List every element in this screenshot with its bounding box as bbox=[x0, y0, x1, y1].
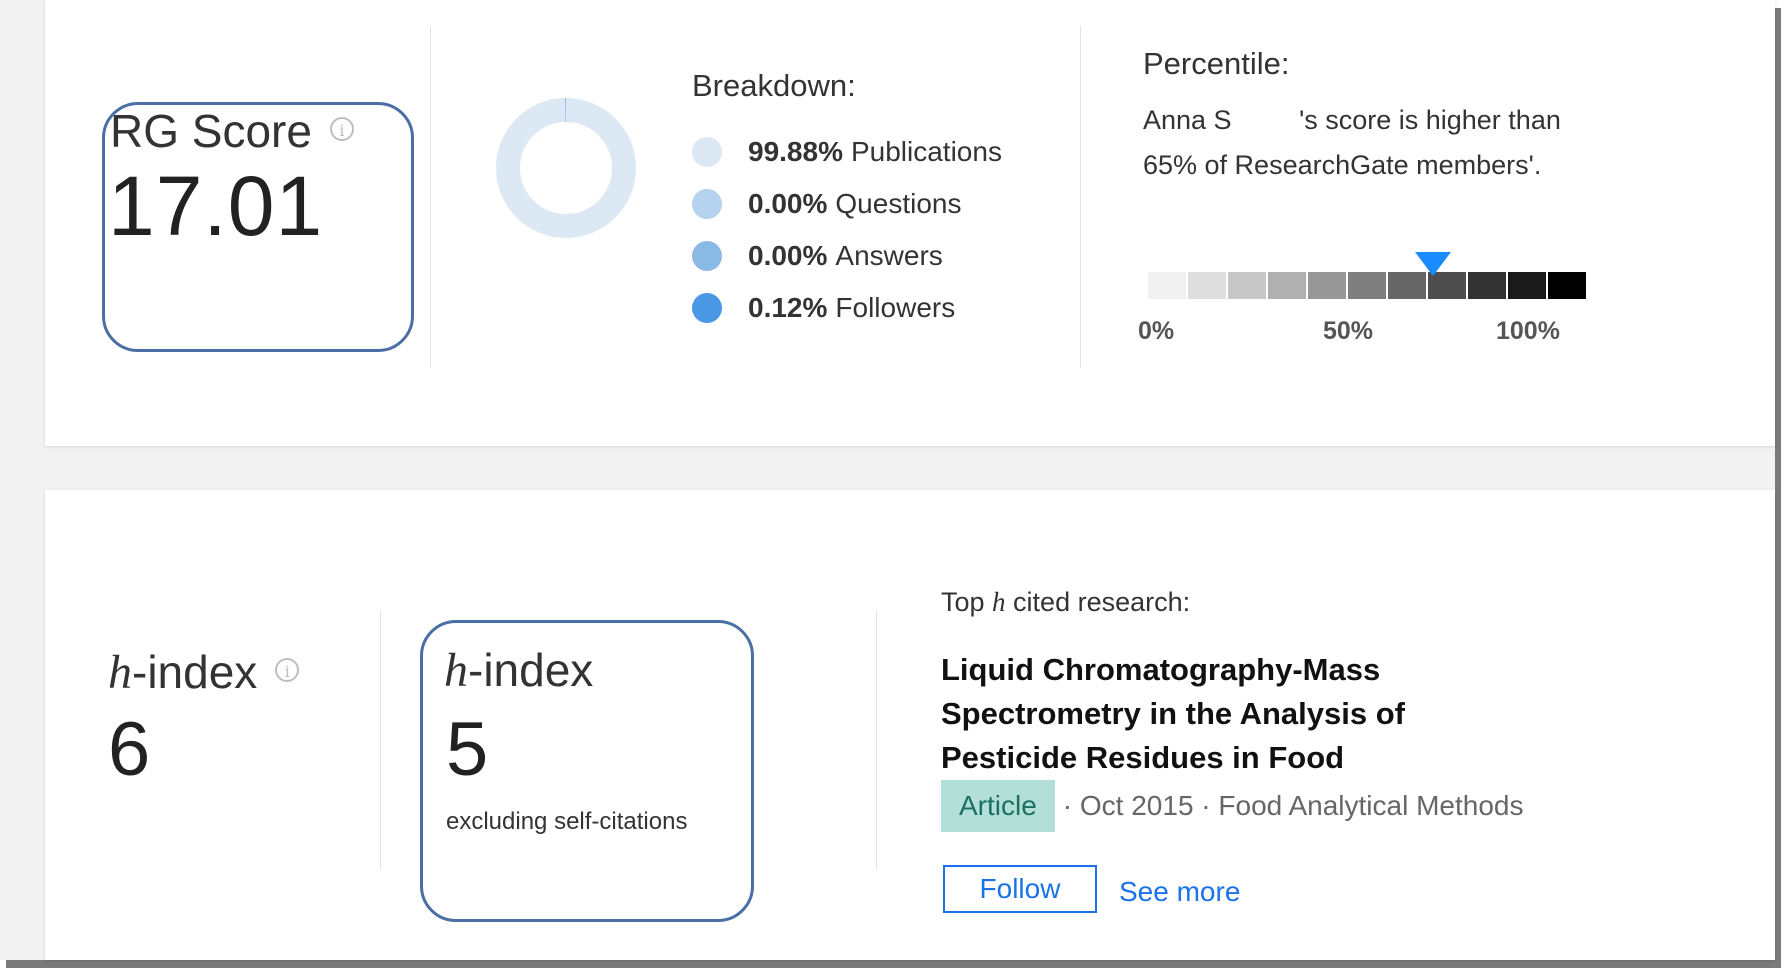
info-icon[interactable]: i bbox=[275, 657, 300, 682]
h-index-value: 6 bbox=[108, 707, 151, 792]
h-index-excl-highlight bbox=[420, 620, 754, 922]
breakdown-item-answers: 0.00% Answers bbox=[692, 230, 1002, 282]
percentile-scale bbox=[1148, 272, 1588, 299]
publication-date-journal: · Oct 2015 · Food Analytical Methods bbox=[1062, 790, 1524, 821]
breakdown-donut-chart bbox=[496, 98, 637, 239]
breakdown-item-questions: 0.00% Questions bbox=[692, 178, 1002, 230]
breakdown-item-followers: 0.12% Followers bbox=[692, 282, 1002, 334]
breakdown-item-publications: 99.88% Publications bbox=[692, 126, 1002, 178]
percentile-tick: 50% bbox=[1323, 317, 1374, 345]
follow-button[interactable]: Follow bbox=[943, 865, 1097, 913]
h-index-card bbox=[45, 490, 1775, 960]
article-type-badge: Article bbox=[941, 780, 1055, 832]
percentile-marker-icon bbox=[1414, 252, 1451, 276]
legend-dot bbox=[692, 189, 722, 219]
divider bbox=[876, 610, 877, 870]
legend-dot bbox=[692, 137, 722, 167]
breakdown-title: Breakdown: bbox=[692, 68, 856, 103]
publication-meta: Article · Oct 2015 · Food Analytical Met… bbox=[941, 780, 1523, 832]
publication-title-link[interactable]: Liquid Chromatography-Mass Spectrometry … bbox=[941, 648, 1501, 780]
percentile-segment bbox=[1508, 272, 1546, 299]
percentile-segment bbox=[1308, 272, 1346, 299]
divider bbox=[430, 26, 431, 368]
percentile-segment bbox=[1268, 272, 1306, 299]
percentile-segment bbox=[1348, 272, 1386, 299]
percentile-title: Percentile: bbox=[1143, 46, 1290, 81]
percentile-segment bbox=[1148, 272, 1186, 299]
breakdown-label: Followers bbox=[835, 292, 956, 323]
breakdown-percent: 0.00% bbox=[748, 188, 828, 219]
percentile-segment bbox=[1228, 272, 1266, 299]
page-background: RG Score i 17.01 Breakdown: 99.88% Public… bbox=[0, 0, 1775, 960]
percentile-segment bbox=[1388, 272, 1426, 299]
top-cited-title: Top h cited research: bbox=[941, 587, 1191, 617]
legend-dot bbox=[692, 293, 722, 323]
breakdown-label: Questions bbox=[835, 188, 962, 219]
percentile-segment bbox=[1468, 272, 1506, 299]
rg-score-highlight bbox=[102, 102, 414, 352]
divider bbox=[1080, 26, 1081, 368]
breakdown-percent: 99.88% bbox=[748, 136, 843, 167]
divider bbox=[380, 610, 381, 870]
breakdown-percent: 0.12% bbox=[748, 292, 828, 323]
donut-slice-publications bbox=[496, 98, 637, 239]
breakdown-label: Answers bbox=[835, 240, 943, 271]
breakdown-percent: 0.00% bbox=[748, 240, 828, 271]
percentile-description: Anna S 's score is higher than 65% of Re… bbox=[1143, 105, 1561, 180]
breakdown-list: 99.88% Publications 0.00% Questions 0.00… bbox=[692, 126, 1002, 334]
legend-dot bbox=[692, 241, 722, 271]
percentile-segment bbox=[1548, 272, 1586, 299]
see-more-link[interactable]: See more bbox=[1119, 876, 1240, 908]
breakdown-label: Publications bbox=[850, 136, 1002, 167]
percentile-tick: 0% bbox=[1138, 317, 1175, 345]
percentile-segment bbox=[1428, 272, 1466, 299]
percentile-segment bbox=[1188, 272, 1226, 299]
percentile-tick: 100% bbox=[1496, 317, 1560, 345]
h-index-label: h-index i bbox=[108, 645, 300, 700]
